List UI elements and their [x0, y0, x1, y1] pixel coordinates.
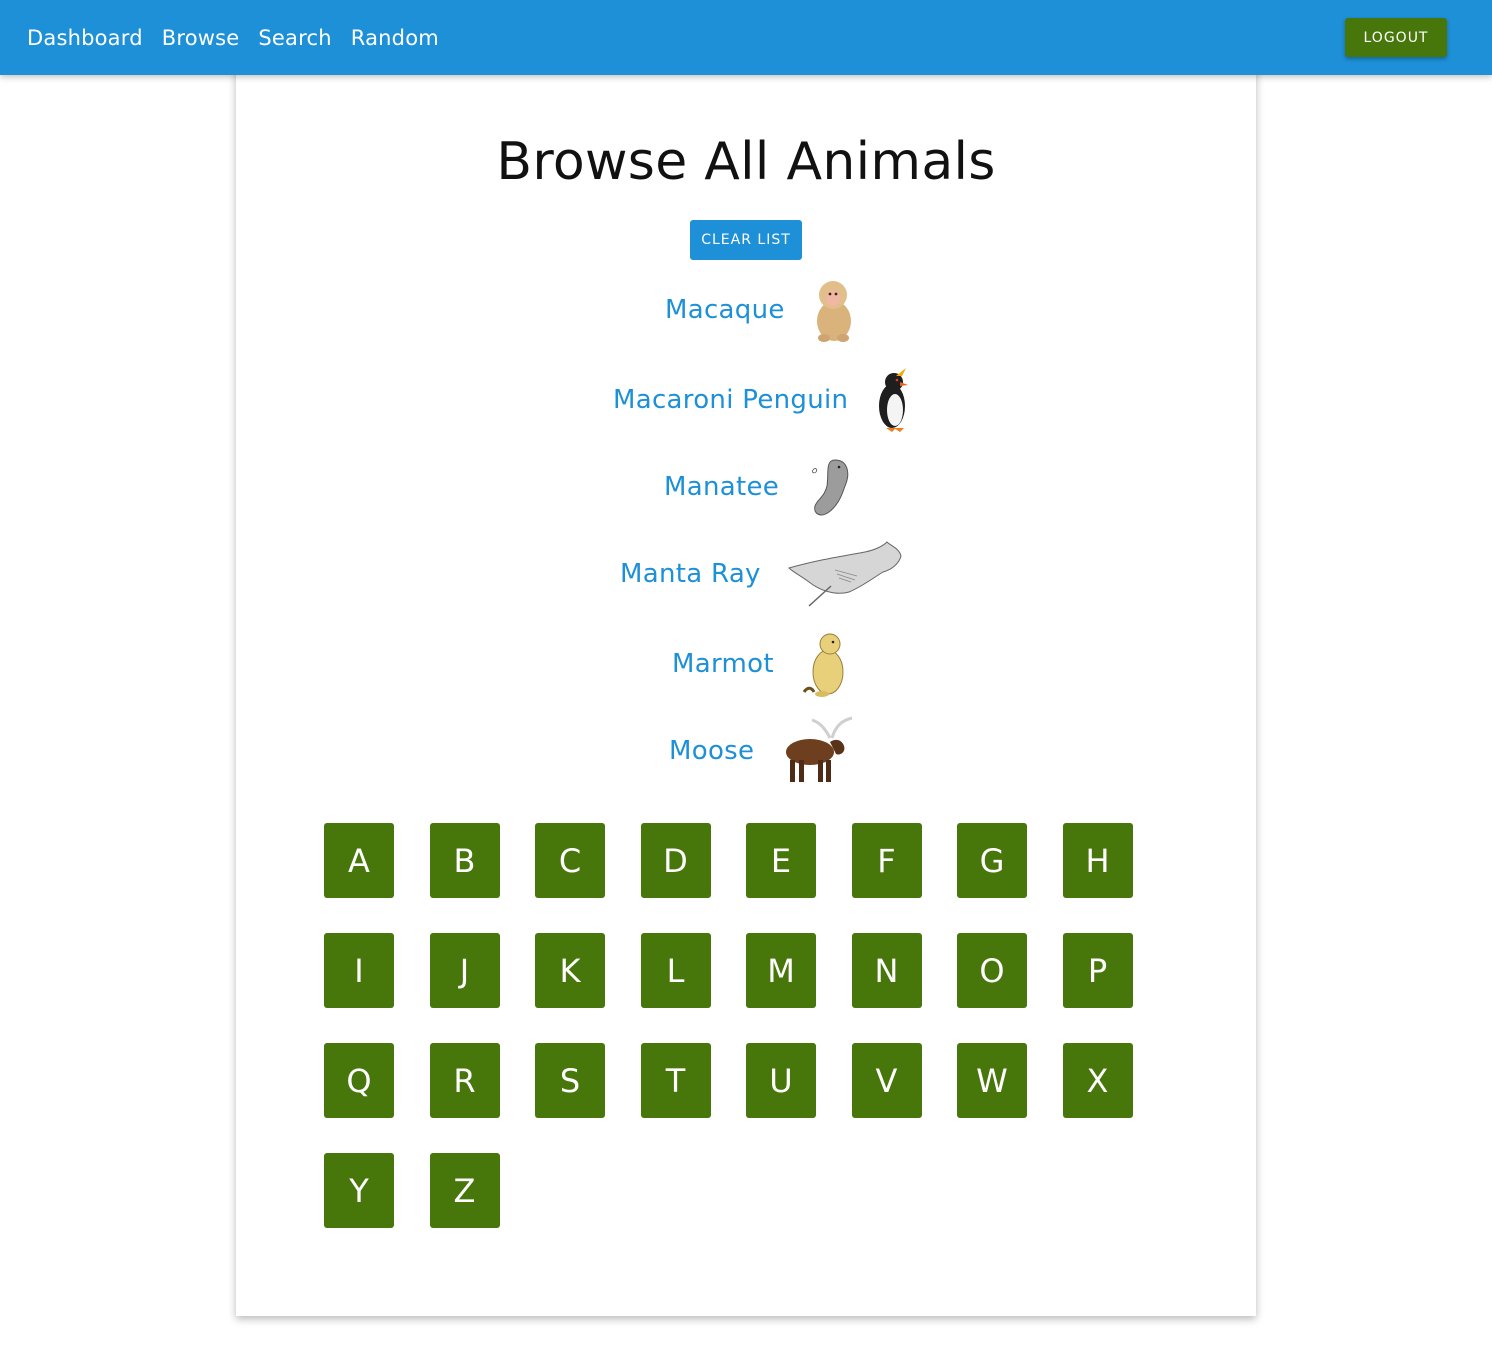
- animal-link-manta-ray[interactable]: Manta Ray: [620, 559, 761, 589]
- browse-card: Browse All Animals CLEAR LIST Macaque Ma…: [236, 60, 1256, 1316]
- letter-button-q[interactable]: Q: [324, 1043, 394, 1118]
- letter-button-m[interactable]: M: [746, 933, 816, 1008]
- letter-button-r[interactable]: R: [429, 1043, 500, 1118]
- letter-button-s[interactable]: S: [535, 1043, 605, 1118]
- letter-button-d[interactable]: D: [640, 823, 711, 898]
- letter-button-f[interactable]: F: [851, 823, 922, 898]
- clear-list-button[interactable]: CLEAR LIST: [690, 220, 802, 260]
- logout-button[interactable]: LOGOUT: [1345, 18, 1447, 57]
- letter-button-n[interactable]: N: [851, 933, 922, 1008]
- nav-link-search[interactable]: Search: [258, 26, 331, 50]
- letter-button-z[interactable]: Z: [429, 1153, 500, 1228]
- letter-button-o[interactable]: O: [957, 933, 1027, 1008]
- letter-button-p[interactable]: P: [1062, 933, 1133, 1008]
- penguin-illustration[interactable]: [872, 366, 914, 434]
- letter-button-b[interactable]: B: [429, 823, 500, 898]
- nav-links: Dashboard Browse Search Random: [27, 0, 458, 75]
- letter-button-y[interactable]: Y: [324, 1153, 394, 1228]
- letter-button-k[interactable]: K: [535, 933, 605, 1008]
- nav-link-dashboard[interactable]: Dashboard: [27, 26, 143, 50]
- page-title: Browse All Animals: [496, 132, 996, 192]
- macaque-illustration[interactable]: [809, 276, 859, 344]
- letter-button-j[interactable]: J: [429, 933, 500, 1008]
- letter-button-u[interactable]: U: [746, 1043, 816, 1118]
- marmot-illustration[interactable]: [800, 630, 850, 698]
- letter-button-i[interactable]: I: [324, 933, 394, 1008]
- letter-button-a[interactable]: A: [324, 823, 394, 898]
- letter-button-l[interactable]: L: [640, 933, 711, 1008]
- nav-link-random[interactable]: Random: [351, 26, 439, 50]
- nav-link-browse[interactable]: Browse: [162, 26, 240, 50]
- animal-link-marmot[interactable]: Marmot: [672, 649, 774, 679]
- letter-button-x[interactable]: X: [1062, 1043, 1133, 1118]
- letter-button-h[interactable]: H: [1062, 823, 1133, 898]
- animal-item-marmot: Marmot: [672, 630, 850, 698]
- top-navbar: Dashboard Browse Search Random LOGOUT: [0, 0, 1492, 75]
- manta-ray-illustration[interactable]: [787, 540, 903, 608]
- letter-button-v[interactable]: V: [851, 1043, 922, 1118]
- animal-link-moose[interactable]: Moose: [669, 736, 754, 766]
- letter-button-c[interactable]: C: [535, 823, 605, 898]
- manatee-illustration[interactable]: [807, 456, 853, 518]
- animal-item-manatee: Manatee: [664, 456, 853, 518]
- animal-link-manatee[interactable]: Manatee: [664, 472, 779, 502]
- letter-button-g[interactable]: G: [957, 823, 1027, 898]
- animal-link-macaque[interactable]: Macaque: [665, 295, 785, 325]
- animal-item-macaroni-penguin: Macaroni Penguin: [613, 366, 914, 434]
- animal-item-manta-ray: Manta Ray: [620, 540, 903, 608]
- letter-button-t[interactable]: T: [640, 1043, 711, 1118]
- animal-item-macaque: Macaque: [665, 276, 859, 344]
- animal-item-moose: Moose: [669, 716, 854, 786]
- letter-button-w[interactable]: W: [957, 1043, 1027, 1118]
- animal-link-macaroni-penguin[interactable]: Macaroni Penguin: [613, 385, 848, 415]
- moose-illustration[interactable]: [780, 716, 854, 786]
- letter-button-e[interactable]: E: [746, 823, 816, 898]
